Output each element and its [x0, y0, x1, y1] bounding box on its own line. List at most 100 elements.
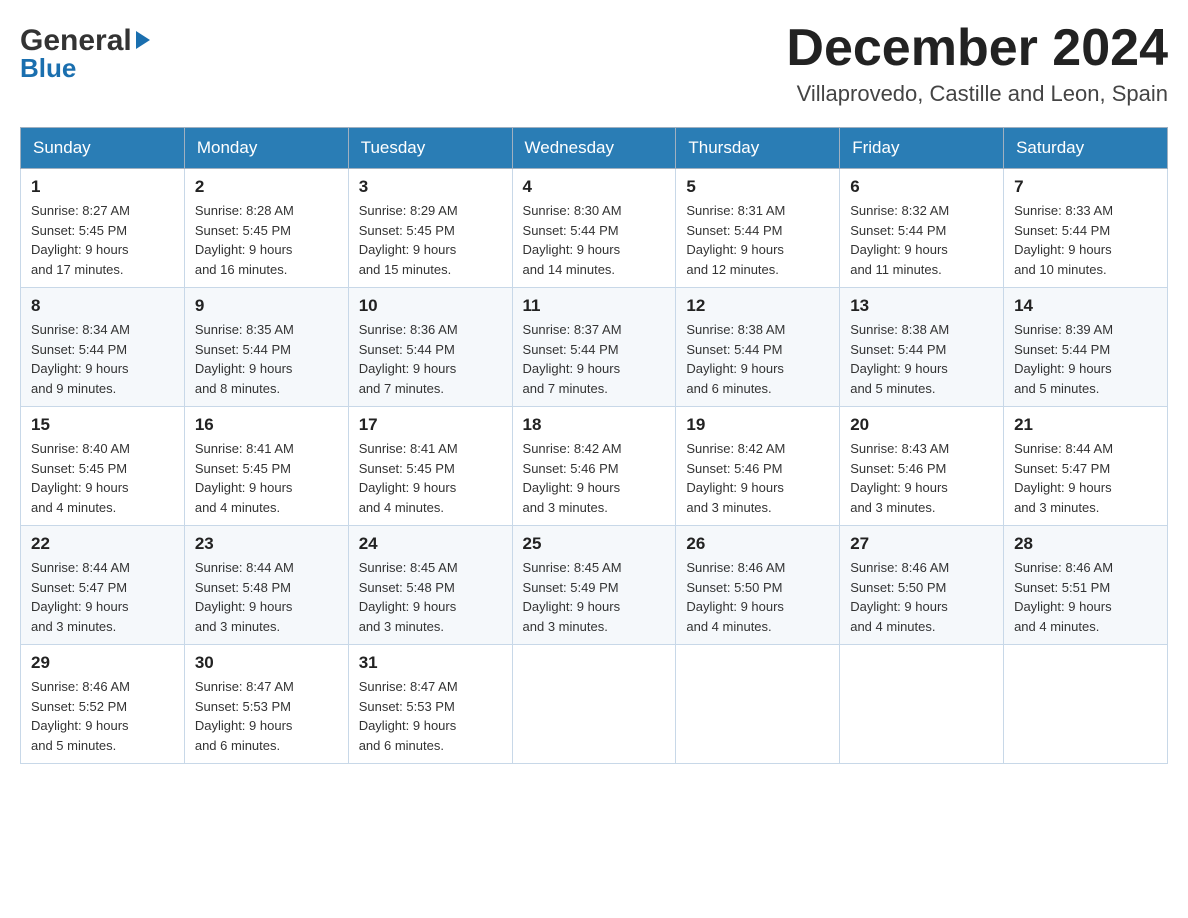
calendar-cell: 16Sunrise: 8:41 AMSunset: 5:45 PMDayligh… [184, 407, 348, 526]
calendar-cell: 17 Sunrise: 8:41 AMSunset: 5:45 PMDayligh… [348, 407, 512, 526]
location-subtitle: Villaprovedo, Castille and Leon, Spain [786, 81, 1168, 107]
calendar-cell: 31 Sunrise: 8:47 AMSunset: 5:53 PMDayligh… [348, 645, 512, 764]
calendar-cell: 14Sunrise: 8:39 AMSunset: 5:44 PMDayligh… [1004, 288, 1168, 407]
calendar-cell [512, 645, 676, 764]
day-info: Sunrise: 8:33 AMSunset: 5:44 PMDaylight:… [1014, 201, 1157, 279]
day-number: 15 [31, 415, 174, 435]
calendar-week-row: 22 Sunrise: 8:44 AMSunset: 5:47 PMDayligh… [21, 526, 1168, 645]
day-info: Sunrise: 8:46 AMSunset: 5:52 PMDaylight:… [31, 677, 174, 755]
weekday-header-tuesday: Tuesday [348, 128, 512, 169]
day-number: 25 [523, 534, 666, 554]
logo-blue-text: Blue [20, 55, 150, 81]
day-info: Sunrise: 8:45 AMSunset: 5:49 PMDaylight:… [523, 558, 666, 636]
day-info: Sunrise: 8:40 AMSunset: 5:45 PMDaylight:… [31, 439, 174, 517]
calendar-cell: 1Sunrise: 8:27 AMSunset: 5:45 PMDaylight… [21, 169, 185, 288]
day-number: 21 [1014, 415, 1157, 435]
day-number: 17 [359, 415, 502, 435]
calendar-cell: 4 Sunrise: 8:30 AMSunset: 5:44 PMDaylight… [512, 169, 676, 288]
day-info: Sunrise: 8:41 AMSunset: 5:45 PMDaylight:… [359, 439, 502, 517]
calendar-table: SundayMondayTuesdayWednesdayThursdayFrid… [20, 127, 1168, 764]
day-info: Sunrise: 8:30 AMSunset: 5:44 PMDaylight:… [523, 201, 666, 279]
day-info: Sunrise: 8:43 AMSunset: 5:46 PMDaylight:… [850, 439, 993, 517]
day-info: Sunrise: 8:42 AMSunset: 5:46 PMDaylight:… [523, 439, 666, 517]
calendar-cell: 24 Sunrise: 8:45 AMSunset: 5:48 PMDayligh… [348, 526, 512, 645]
day-info: Sunrise: 8:47 AMSunset: 5:53 PMDaylight:… [359, 677, 502, 755]
day-number: 23 [195, 534, 338, 554]
calendar-cell: 29 Sunrise: 8:46 AMSunset: 5:52 PMDayligh… [21, 645, 185, 764]
calendar-cell [840, 645, 1004, 764]
day-info: Sunrise: 8:38 AMSunset: 5:44 PMDaylight:… [686, 320, 829, 398]
day-number: 31 [359, 653, 502, 673]
day-info: Sunrise: 8:34 AMSunset: 5:44 PMDaylight:… [31, 320, 174, 398]
calendar-cell: 28 Sunrise: 8:46 AMSunset: 5:51 PMDayligh… [1004, 526, 1168, 645]
day-info: Sunrise: 8:28 AMSunset: 5:45 PMDaylight:… [195, 201, 338, 279]
logo: General Blue [20, 24, 150, 81]
day-number: 8 [31, 296, 174, 316]
day-info: Sunrise: 8:35 AMSunset: 5:44 PMDaylight:… [195, 320, 338, 398]
calendar-cell: 6Sunrise: 8:32 AMSunset: 5:44 PMDaylight… [840, 169, 1004, 288]
day-info: Sunrise: 8:47 AMSunset: 5:53 PMDaylight:… [195, 677, 338, 755]
day-number: 11 [523, 296, 666, 316]
day-number: 5 [686, 177, 829, 197]
calendar-cell [676, 645, 840, 764]
calendar-cell: 13 Sunrise: 8:38 AMSunset: 5:44 PMDayligh… [840, 288, 1004, 407]
calendar-cell: 25 Sunrise: 8:45 AMSunset: 5:49 PMDayligh… [512, 526, 676, 645]
day-number: 22 [31, 534, 174, 554]
day-info: Sunrise: 8:44 AMSunset: 5:47 PMDaylight:… [31, 558, 174, 636]
day-info: Sunrise: 8:41 AMSunset: 5:45 PMDaylight:… [195, 439, 338, 517]
logo-triangle-icon [136, 31, 150, 49]
day-info: Sunrise: 8:46 AMSunset: 5:51 PMDaylight:… [1014, 558, 1157, 636]
day-number: 4 [523, 177, 666, 197]
calendar-week-row: 15 Sunrise: 8:40 AMSunset: 5:45 PMDayligh… [21, 407, 1168, 526]
day-number: 6 [850, 177, 993, 197]
day-info: Sunrise: 8:46 AMSunset: 5:50 PMDaylight:… [850, 558, 993, 636]
header: General Blue December 2024 Villaprovedo,… [20, 20, 1168, 107]
day-number: 30 [195, 653, 338, 673]
day-number: 12 [686, 296, 829, 316]
weekday-header-saturday: Saturday [1004, 128, 1168, 169]
calendar-cell: 21Sunrise: 8:44 AMSunset: 5:47 PMDayligh… [1004, 407, 1168, 526]
calendar-cell: 11 Sunrise: 8:37 AMSunset: 5:44 PMDayligh… [512, 288, 676, 407]
calendar-cell: 12 Sunrise: 8:38 AMSunset: 5:44 PMDayligh… [676, 288, 840, 407]
calendar-cell: 9 Sunrise: 8:35 AMSunset: 5:44 PMDaylight… [184, 288, 348, 407]
day-info: Sunrise: 8:37 AMSunset: 5:44 PMDaylight:… [523, 320, 666, 398]
day-number: 28 [1014, 534, 1157, 554]
calendar-week-row: 1Sunrise: 8:27 AMSunset: 5:45 PMDaylight… [21, 169, 1168, 288]
day-number: 27 [850, 534, 993, 554]
calendar-cell: 20 Sunrise: 8:43 AMSunset: 5:46 PMDayligh… [840, 407, 1004, 526]
day-number: 9 [195, 296, 338, 316]
calendar-cell: 27 Sunrise: 8:46 AMSunset: 5:50 PMDayligh… [840, 526, 1004, 645]
calendar-cell: 3 Sunrise: 8:29 AMSunset: 5:45 PMDaylight… [348, 169, 512, 288]
day-number: 29 [31, 653, 174, 673]
weekday-header-wednesday: Wednesday [512, 128, 676, 169]
day-info: Sunrise: 8:38 AMSunset: 5:44 PMDaylight:… [850, 320, 993, 398]
day-info: Sunrise: 8:31 AMSunset: 5:44 PMDaylight:… [686, 201, 829, 279]
calendar-cell: 18Sunrise: 8:42 AMSunset: 5:46 PMDayligh… [512, 407, 676, 526]
day-info: Sunrise: 8:44 AMSunset: 5:48 PMDaylight:… [195, 558, 338, 636]
calendar-cell [1004, 645, 1168, 764]
day-number: 7 [1014, 177, 1157, 197]
day-number: 2 [195, 177, 338, 197]
day-number: 24 [359, 534, 502, 554]
weekday-header-monday: Monday [184, 128, 348, 169]
calendar-cell: 8 Sunrise: 8:34 AMSunset: 5:44 PMDaylight… [21, 288, 185, 407]
calendar-cell: 15 Sunrise: 8:40 AMSunset: 5:45 PMDayligh… [21, 407, 185, 526]
weekday-header-sunday: Sunday [21, 128, 185, 169]
weekday-header-friday: Friday [840, 128, 1004, 169]
calendar-cell: 5 Sunrise: 8:31 AMSunset: 5:44 PMDaylight… [676, 169, 840, 288]
day-number: 10 [359, 296, 502, 316]
day-info: Sunrise: 8:45 AMSunset: 5:48 PMDaylight:… [359, 558, 502, 636]
day-info: Sunrise: 8:46 AMSunset: 5:50 PMDaylight:… [686, 558, 829, 636]
day-number: 3 [359, 177, 502, 197]
calendar-week-row: 8 Sunrise: 8:34 AMSunset: 5:44 PMDaylight… [21, 288, 1168, 407]
calendar-cell: 2 Sunrise: 8:28 AMSunset: 5:45 PMDaylight… [184, 169, 348, 288]
day-number: 20 [850, 415, 993, 435]
calendar-cell: 7 Sunrise: 8:33 AMSunset: 5:44 PMDaylight… [1004, 169, 1168, 288]
day-info: Sunrise: 8:29 AMSunset: 5:45 PMDaylight:… [359, 201, 502, 279]
day-info: Sunrise: 8:27 AMSunset: 5:45 PMDaylight:… [31, 201, 174, 279]
calendar-header-row: SundayMondayTuesdayWednesdayThursdayFrid… [21, 128, 1168, 169]
calendar-cell: 19Sunrise: 8:42 AMSunset: 5:46 PMDayligh… [676, 407, 840, 526]
day-number: 13 [850, 296, 993, 316]
day-info: Sunrise: 8:36 AMSunset: 5:44 PMDaylight:… [359, 320, 502, 398]
day-number: 14 [1014, 296, 1157, 316]
